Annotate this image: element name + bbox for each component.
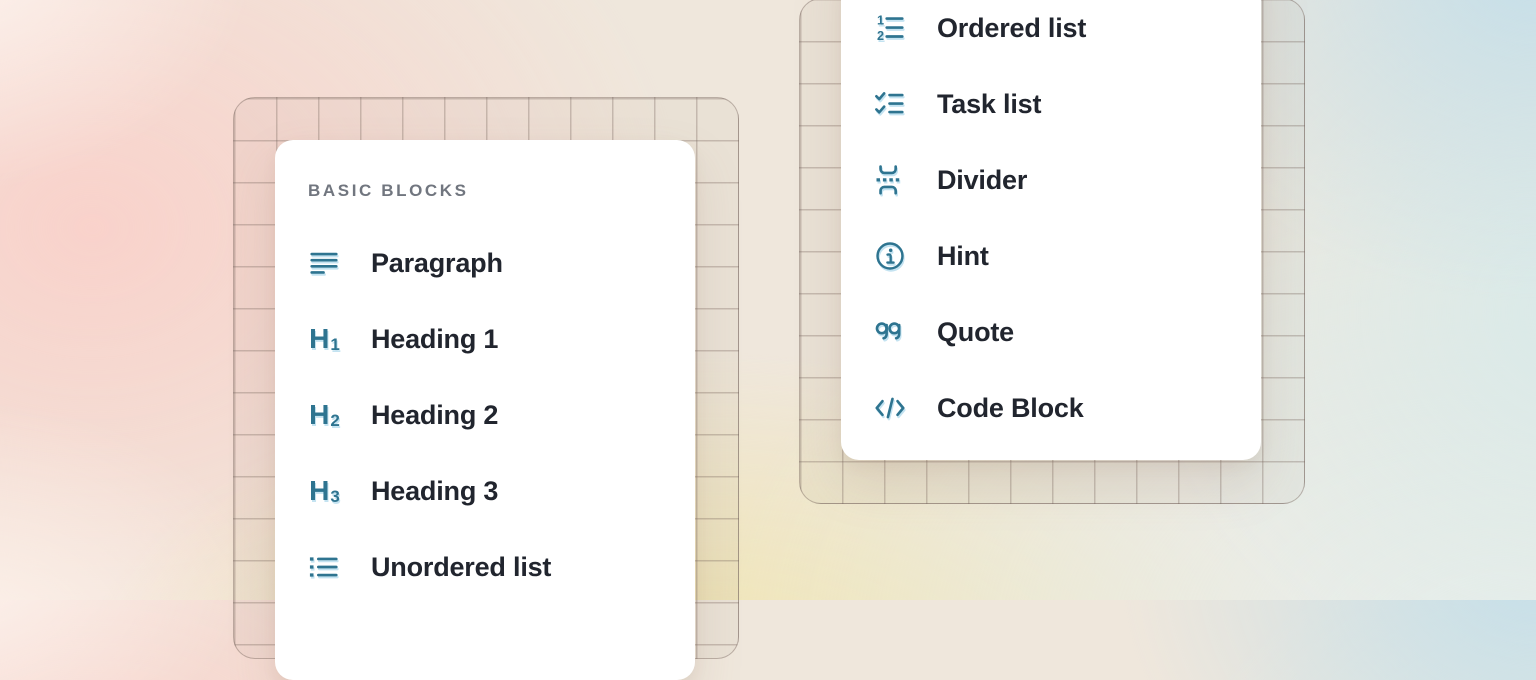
heading-level-glyph: 1: [330, 336, 339, 353]
menu-item-task-list[interactable]: Task list: [841, 66, 1261, 142]
menu-item-divider[interactable]: Divider: [841, 142, 1261, 218]
hint-icon: [873, 239, 907, 273]
menu-item-label: Paragraph: [371, 248, 503, 279]
task-list-icon: [873, 87, 907, 121]
blocks-menu-card: 1 2 Ordered list Task list: [841, 0, 1261, 460]
menu-item-label: Heading 1: [371, 324, 498, 355]
heading-glyph: H: [309, 401, 329, 429]
menu-item-unordered-list[interactable]: Unordered list: [275, 529, 695, 605]
heading-level-glyph: 3: [330, 488, 339, 505]
heading-glyph: H: [309, 477, 329, 505]
basic-blocks-menu: Paragraph H1 Heading 1 H2 Heading 2 H3 H…: [275, 225, 695, 605]
ordered-list-digit: 2: [877, 28, 884, 43]
quote-icon: [873, 315, 907, 349]
menu-item-heading-2[interactable]: H2 Heading 2: [275, 377, 695, 453]
paragraph-icon: [307, 246, 341, 280]
menu-item-hint[interactable]: Hint: [841, 218, 1261, 294]
section-title-basic-blocks: BASIC BLOCKS: [308, 180, 695, 202]
ordered-list-digit: 1: [877, 12, 884, 27]
code-block-icon: [873, 391, 907, 425]
menu-item-label: Divider: [937, 165, 1027, 196]
ordered-list-icon: 1 2: [873, 11, 907, 45]
heading-2-icon: H2: [307, 398, 341, 432]
menu-item-label: Quote: [937, 317, 1014, 348]
menu-item-label: Code Block: [937, 393, 1084, 424]
menu-item-label: Heading 3: [371, 476, 498, 507]
heading-glyph: H: [309, 325, 329, 353]
heading-level-glyph: 2: [330, 412, 339, 429]
menu-item-heading-1[interactable]: H1 Heading 1: [275, 301, 695, 377]
menu-item-label: Ordered list: [937, 13, 1086, 44]
menu-item-label: Heading 2: [371, 400, 498, 431]
heading-1-icon: H1: [307, 322, 341, 356]
menu-item-code-block[interactable]: Code Block: [841, 370, 1261, 446]
blocks-menu: 1 2 Ordered list Task list: [841, 0, 1261, 446]
menu-item-ordered-list[interactable]: 1 2 Ordered list: [841, 0, 1261, 66]
menu-item-label: Task list: [937, 89, 1041, 120]
menu-item-heading-3[interactable]: H3 Heading 3: [275, 453, 695, 529]
divider-icon: [873, 163, 907, 197]
insert-block-menu-illustration: { "colors":{ "icon_teal":"#2E7490", "ico…: [0, 0, 1536, 600]
unordered-list-icon: [307, 550, 341, 584]
basic-blocks-menu-card: BASIC BLOCKS Paragraph H1 Heading 1 H2 H…: [275, 140, 695, 680]
heading-3-icon: H3: [307, 474, 341, 508]
menu-item-paragraph[interactable]: Paragraph: [275, 225, 695, 301]
menu-item-label: Unordered list: [371, 552, 551, 583]
menu-item-label: Hint: [937, 241, 989, 272]
menu-item-quote[interactable]: Quote: [841, 294, 1261, 370]
